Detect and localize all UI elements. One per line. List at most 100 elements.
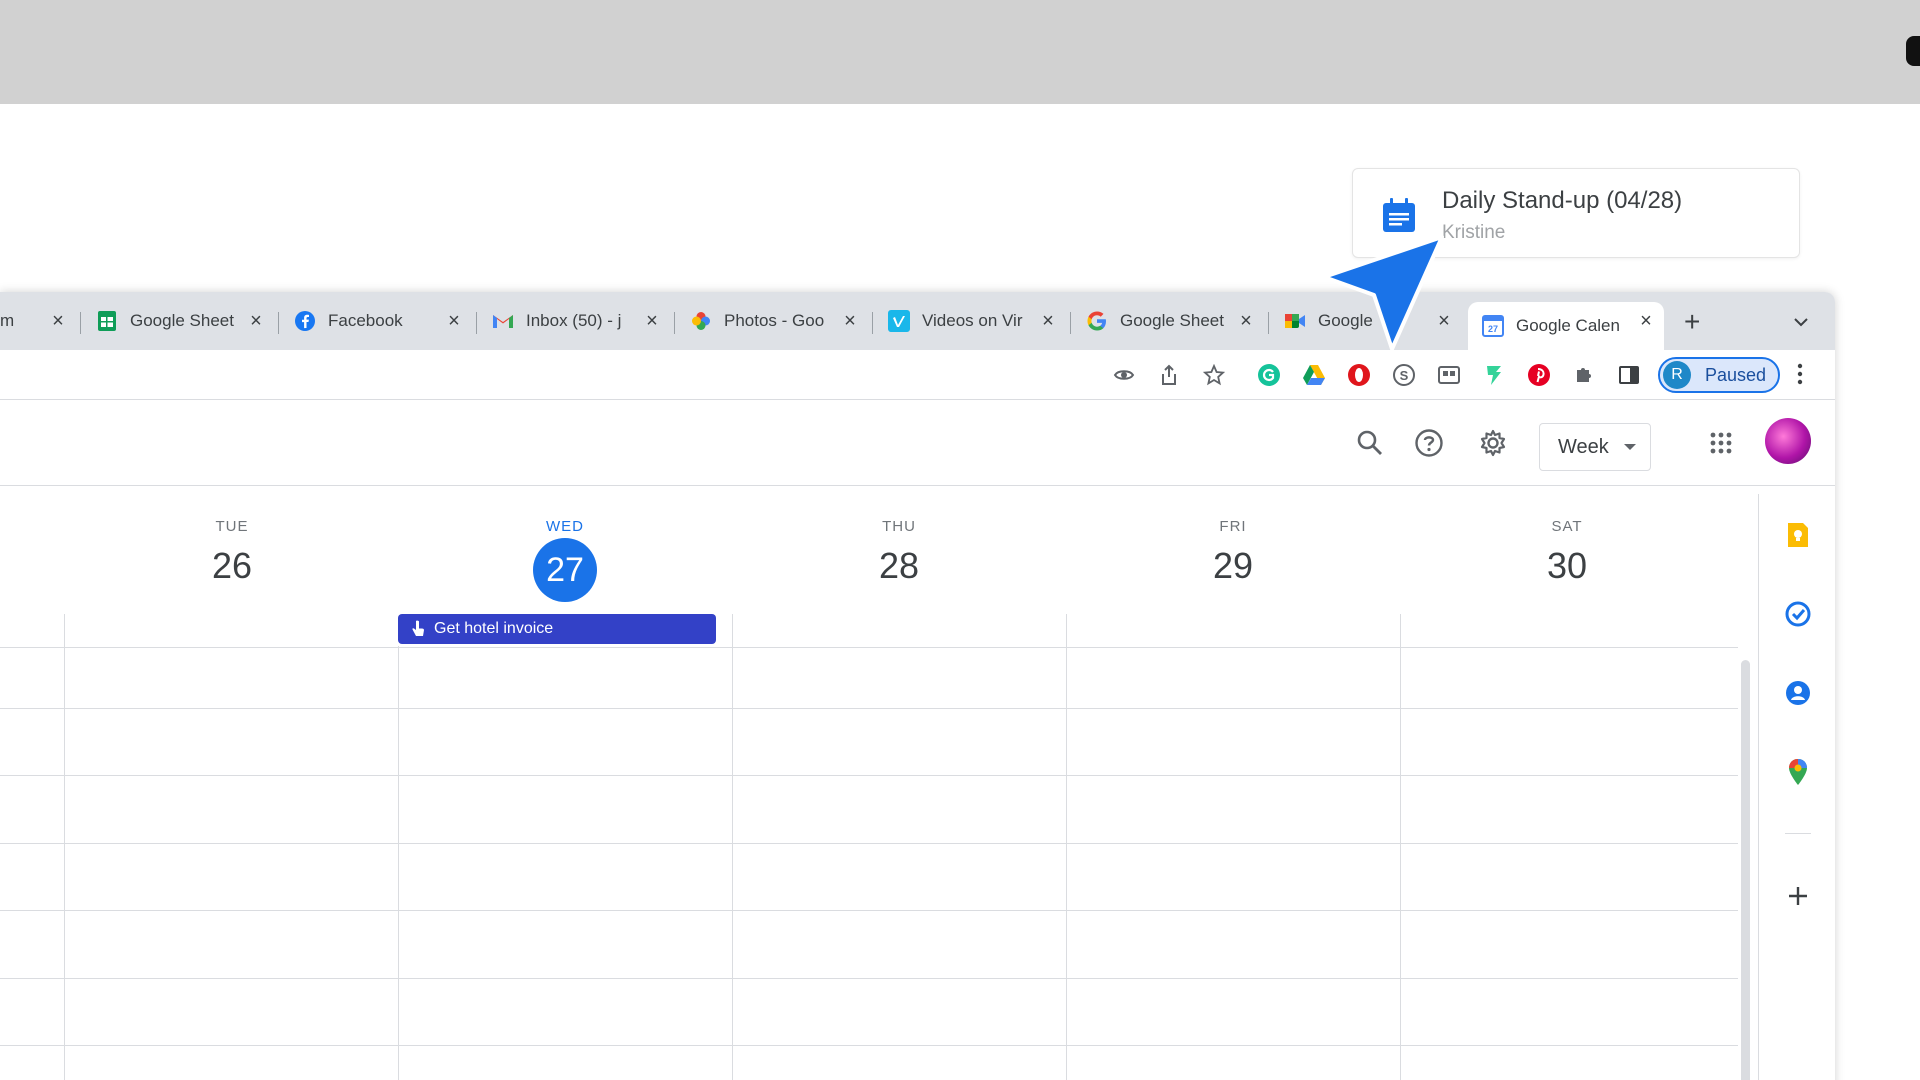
pinterest-icon[interactable] (1527, 363, 1551, 387)
close-icon[interactable]: × (1236, 311, 1256, 331)
apps-grid-icon[interactable] (1705, 427, 1737, 459)
feedly-extension-icon[interactable] (1482, 363, 1506, 387)
browser-window: m × Google Sheet × Facebook × Inbox (50)… (0, 292, 1835, 1080)
google-icon (1086, 310, 1108, 332)
extensions-puzzle-icon[interactable] (1572, 363, 1596, 387)
side-panel-divider (1785, 833, 1811, 834)
tab-gmail[interactable]: Inbox (50) - j × (480, 302, 670, 340)
grid-hour-line (0, 708, 1738, 709)
day-number[interactable]: 29 (1066, 545, 1400, 587)
event-title: Get hotel invoice (434, 620, 554, 637)
eye-off-icon[interactable] (1112, 363, 1136, 387)
profile-avatar: R (1663, 361, 1691, 389)
share-icon[interactable] (1157, 363, 1181, 387)
help-icon[interactable] (1413, 427, 1445, 459)
tab-separator (80, 312, 81, 334)
profile-status-label: Paused (1705, 364, 1767, 385)
tab-google-photos[interactable]: Photos - Goo × (678, 302, 868, 340)
tab-google-calendar[interactable]: 27 Google Calen × (1468, 302, 1664, 350)
keep-icon[interactable] (1784, 521, 1812, 549)
tab-separator (278, 312, 279, 334)
search-icon[interactable] (1354, 427, 1386, 459)
tab-vimeo[interactable]: Videos on Vir × (876, 302, 1066, 340)
tab-separator (1268, 312, 1269, 334)
account-avatar[interactable] (1765, 418, 1811, 464)
tab-title: Inbox (50) - j (526, 311, 622, 330)
grid-hour-line (0, 843, 1738, 844)
calendar-notes-icon (1379, 195, 1419, 235)
grid-column-line (64, 614, 65, 1080)
svg-text:S: S (1400, 368, 1409, 383)
close-icon[interactable]: × (48, 311, 68, 331)
browser-menu-icon[interactable] (1797, 362, 1803, 391)
desktop-top-band (0, 0, 1920, 104)
close-icon[interactable]: × (642, 311, 662, 331)
tab-title: Google Sheet (130, 311, 234, 330)
tab-title: Facebook (328, 311, 403, 330)
tab-bar: m × Google Sheet × Facebook × Inbox (50)… (0, 292, 1835, 350)
close-icon[interactable]: × (246, 311, 266, 331)
google-drive-icon[interactable] (1302, 363, 1326, 387)
add-addon-plus-icon[interactable] (1784, 882, 1812, 910)
tab-google-sheets[interactable]: Google Sheet × (84, 302, 274, 340)
day-name: FRI (1219, 518, 1247, 535)
mouse-pointer-cursor-icon (1322, 235, 1444, 351)
grid-column-line (1066, 614, 1067, 1080)
desktop-edge-element (1906, 36, 1920, 66)
notification-title: Daily Stand-up (04/28) (1442, 187, 1683, 214)
tab-separator (1070, 312, 1071, 334)
side-panel-icon[interactable] (1617, 363, 1641, 387)
day-header-wed[interactable]: WED 27 (398, 518, 732, 602)
opera-adblock-icon[interactable] (1347, 363, 1371, 387)
grid-hour-line (0, 910, 1738, 911)
day-number[interactable]: 26 (65, 545, 399, 587)
day-name: THU (882, 518, 916, 535)
close-icon[interactable]: × (840, 311, 860, 331)
view-selector-label: Week (1558, 435, 1609, 458)
bookmark-star-icon[interactable] (1202, 363, 1226, 387)
day-header-tue[interactable]: TUE 26 (65, 518, 399, 587)
svg-text:27: 27 (1488, 324, 1498, 334)
skype-extension-icon[interactable]: S (1392, 363, 1416, 387)
close-icon[interactable]: × (1038, 311, 1058, 331)
view-selector-dropdown[interactable]: Week (1539, 423, 1651, 471)
day-name: TUE (215, 518, 249, 535)
all-day-divider (0, 647, 1738, 648)
tab-search-chevron-icon[interactable] (1794, 314, 1808, 332)
new-tab-plus-icon[interactable]: + (1684, 306, 1700, 338)
grid-scrollbar[interactable] (1741, 660, 1750, 1080)
gear-icon[interactable] (1477, 427, 1509, 459)
day-header-thu[interactable]: THU 28 (732, 518, 1066, 587)
tab-title: m (0, 311, 15, 330)
grid-column-line (1400, 614, 1401, 1080)
tasks-icon[interactable] (1784, 600, 1812, 628)
grid-hour-line (0, 775, 1738, 776)
sheets-icon (96, 310, 118, 332)
close-icon[interactable]: × (444, 311, 464, 331)
tab-title: Photos - Goo (724, 311, 825, 330)
close-icon[interactable]: × (1636, 311, 1656, 331)
calendar-header: Week (0, 400, 1835, 486)
grid-hour-line (0, 978, 1738, 979)
browser-toolbar: S R Paused (0, 350, 1835, 400)
tab-partial[interactable]: m × (0, 302, 76, 340)
day-number[interactable]: 28 (732, 545, 1066, 587)
day-header-fri[interactable]: FRI 29 (1066, 518, 1400, 587)
grammarly-icon[interactable] (1257, 363, 1281, 387)
facebook-icon (294, 310, 316, 332)
calendar-event-chip[interactable]: Get hotel invoice (398, 614, 716, 644)
notification-subtitle: Kristine (1442, 222, 1506, 243)
profile-paused-button[interactable]: R Paused (1658, 357, 1780, 393)
tab-google-search[interactable]: Google Sheet × (1074, 302, 1264, 340)
day-header-sat[interactable]: SAT 30 (1400, 518, 1734, 587)
grid-column-line (732, 614, 733, 1080)
meet-icon (1284, 310, 1306, 332)
tab-facebook[interactable]: Facebook × (282, 302, 472, 340)
maps-pin-icon[interactable] (1784, 758, 1812, 786)
chevron-down-icon (1624, 444, 1636, 450)
screencast-extension-icon[interactable] (1437, 363, 1461, 387)
today-day-number[interactable]: 27 (533, 538, 597, 602)
day-number[interactable]: 30 (1400, 545, 1734, 587)
day-name: SAT (1551, 518, 1583, 535)
contacts-icon[interactable] (1784, 679, 1812, 707)
